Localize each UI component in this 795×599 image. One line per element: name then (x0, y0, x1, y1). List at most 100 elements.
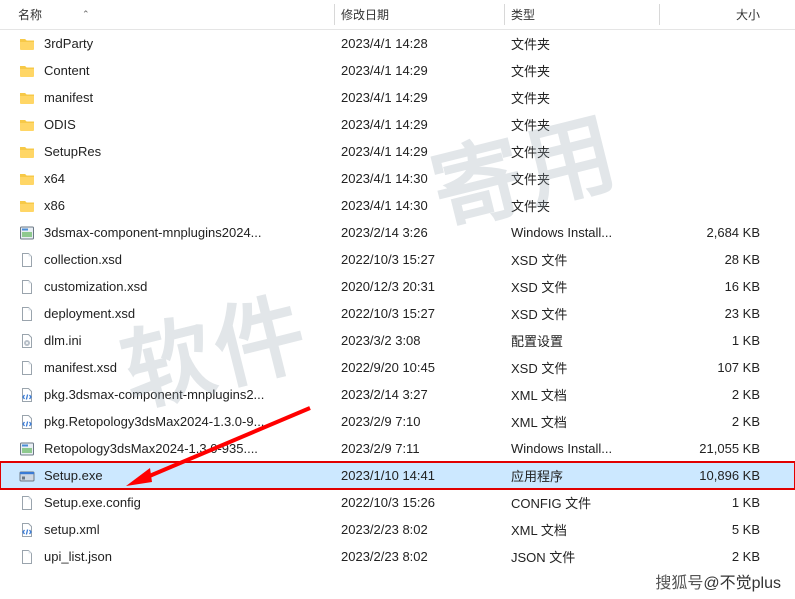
column-header-name-label: 名称 (18, 6, 42, 23)
file-row[interactable]: upi_list.json2023/2/23 8:02JSON 文件2 KB (0, 543, 795, 570)
folder-icon (18, 35, 36, 53)
folder-icon (18, 197, 36, 215)
file-row[interactable]: 3dsmax-component-mnplugins2024...2023/2/… (0, 219, 795, 246)
file-name: Setup.exe.config (44, 495, 141, 510)
file-list: 3rdParty2023/4/1 14:28文件夹Content2023/4/1… (0, 30, 795, 570)
file-date: 2022/9/20 10:45 (335, 360, 505, 375)
column-header-row: 名称 ⌃ 修改日期 类型 大小 (0, 0, 795, 30)
file-size: 23 KB (660, 306, 780, 321)
attribution-prefix: 搜狐号 (655, 575, 703, 592)
file-row[interactable]: Setup.exe2023/1/10 14:41应用程序10,896 KB (0, 462, 795, 489)
file-name: 3rdParty (44, 36, 93, 51)
xml-icon (18, 521, 36, 539)
file-size: 1 KB (660, 495, 780, 510)
attribution: 搜狐号@不觉plus (655, 569, 781, 593)
file-row[interactable]: Content 2023/4/1 14:29文件夹 (0, 57, 795, 84)
file-type: CONFIG 文件 (505, 493, 660, 512)
column-header-name[interactable]: 名称 ⌃ (0, 0, 335, 29)
file-row[interactable]: setup.xml2023/2/23 8:02XML 文档5 KB (0, 516, 795, 543)
file-type: XSD 文件 (505, 277, 660, 296)
file-name: ODIS (44, 117, 76, 132)
file-row[interactable]: ODIS 2023/4/1 14:29文件夹 (0, 111, 795, 138)
folder-icon (18, 62, 36, 80)
file-date: 2023/4/1 14:29 (335, 144, 505, 159)
file-name: customization.xsd (44, 279, 147, 294)
file-name: x86 (44, 198, 65, 213)
file-icon (18, 548, 36, 566)
file-name: x64 (44, 171, 65, 186)
file-row[interactable]: Retopology3dsMax2024-1.3.0-935.... 2023/2… (0, 435, 795, 462)
file-icon (18, 251, 36, 269)
file-date: 2023/2/14 3:27 (335, 387, 505, 402)
file-size: 10,896 KB (660, 468, 780, 483)
file-icon (18, 305, 36, 323)
folder-icon (18, 116, 36, 134)
attribution-name: @不觉plus (703, 575, 781, 592)
file-type: XML 文档 (505, 412, 660, 431)
file-name: Retopology3dsMax2024-1.3.0-935.... (44, 441, 258, 456)
file-type: XML 文档 (505, 385, 660, 404)
msi-icon (18, 224, 36, 242)
file-name: collection.xsd (44, 252, 122, 267)
file-size: 2 KB (660, 549, 780, 564)
file-size: 21,055 KB (660, 441, 780, 456)
file-type: XSD 文件 (505, 304, 660, 323)
file-date: 2023/2/23 8:02 (335, 522, 505, 537)
file-type: 文件夹 (505, 142, 660, 161)
file-row[interactable]: x86 2023/4/1 14:30文件夹 (0, 192, 795, 219)
file-row[interactable]: manifest.xsd 2022/9/20 10:45XSD 文件107 KB (0, 354, 795, 381)
column-header-size[interactable]: 大小 (660, 0, 780, 29)
file-date: 2023/2/9 7:11 (335, 441, 505, 456)
file-date: 2023/4/1 14:30 (335, 198, 505, 213)
file-icon (18, 494, 36, 512)
file-size: 107 KB (660, 360, 780, 375)
file-name: Content (44, 63, 90, 78)
folder-icon (18, 89, 36, 107)
file-type: 文件夹 (505, 196, 660, 215)
file-name: manifest.xsd (44, 360, 117, 375)
xml-icon (18, 413, 36, 431)
file-size: 2 KB (660, 414, 780, 429)
file-date: 2023/4/1 14:28 (335, 36, 505, 51)
file-name: Setup.exe (44, 468, 103, 483)
file-type: 文件夹 (505, 88, 660, 107)
file-row[interactable]: pkg.3dsmax-component-mnplugins2...2023/2… (0, 381, 795, 408)
file-size: 1 KB (660, 333, 780, 348)
file-size: 5 KB (660, 522, 780, 537)
file-type: XSD 文件 (505, 250, 660, 269)
file-date: 2023/4/1 14:29 (335, 117, 505, 132)
file-row[interactable]: SetupRes 2023/4/1 14:29文件夹 (0, 138, 795, 165)
file-type: 文件夹 (505, 115, 660, 134)
file-row[interactable]: customization.xsd2020/12/3 20:31XSD 文件16… (0, 273, 795, 300)
file-icon (18, 359, 36, 377)
file-name: manifest (44, 90, 93, 105)
file-date: 2023/2/14 3:26 (335, 225, 505, 240)
folder-icon (18, 143, 36, 161)
sort-chevron-icon: ⌃ (82, 9, 90, 20)
file-date: 2023/4/1 14:29 (335, 63, 505, 78)
xml-icon (18, 386, 36, 404)
file-type: XML 文档 (505, 520, 660, 539)
file-name: SetupRes (44, 144, 101, 159)
file-date: 2023/2/23 8:02 (335, 549, 505, 564)
file-name: upi_list.json (44, 549, 112, 564)
file-row[interactable]: Setup.exe.config2022/10/3 15:26CONFIG 文件… (0, 489, 795, 516)
file-row[interactable]: x642023/4/1 14:30文件夹 (0, 165, 795, 192)
ini-icon (18, 332, 36, 350)
file-row[interactable]: collection.xsd2022/10/3 15:27XSD 文件28 KB (0, 246, 795, 273)
file-row[interactable]: dlm.ini2023/3/2 3:08配置设置1 KB (0, 327, 795, 354)
file-row[interactable]: deployment.xsd2022/10/3 15:27XSD 文件23 KB (0, 300, 795, 327)
file-type: 文件夹 (505, 61, 660, 80)
column-header-type[interactable]: 类型 (505, 0, 660, 29)
file-name: pkg.Retopology3dsMax2024-1.3.0-9... (44, 414, 264, 429)
file-size: 2 KB (660, 387, 780, 402)
column-header-date[interactable]: 修改日期 (335, 0, 505, 29)
file-row[interactable]: manifest2023/4/1 14:29文件夹 (0, 84, 795, 111)
file-date: 2022/10/3 15:27 (335, 252, 505, 267)
file-row[interactable]: pkg.Retopology3dsMax2024-1.3.0-9...2023/… (0, 408, 795, 435)
file-type: 配置设置 (505, 331, 660, 350)
file-row[interactable]: 3rdParty2023/4/1 14:28文件夹 (0, 30, 795, 57)
file-type: Windows Install... (505, 441, 660, 456)
file-type: XSD 文件 (505, 358, 660, 377)
file-size: 16 KB (660, 279, 780, 294)
